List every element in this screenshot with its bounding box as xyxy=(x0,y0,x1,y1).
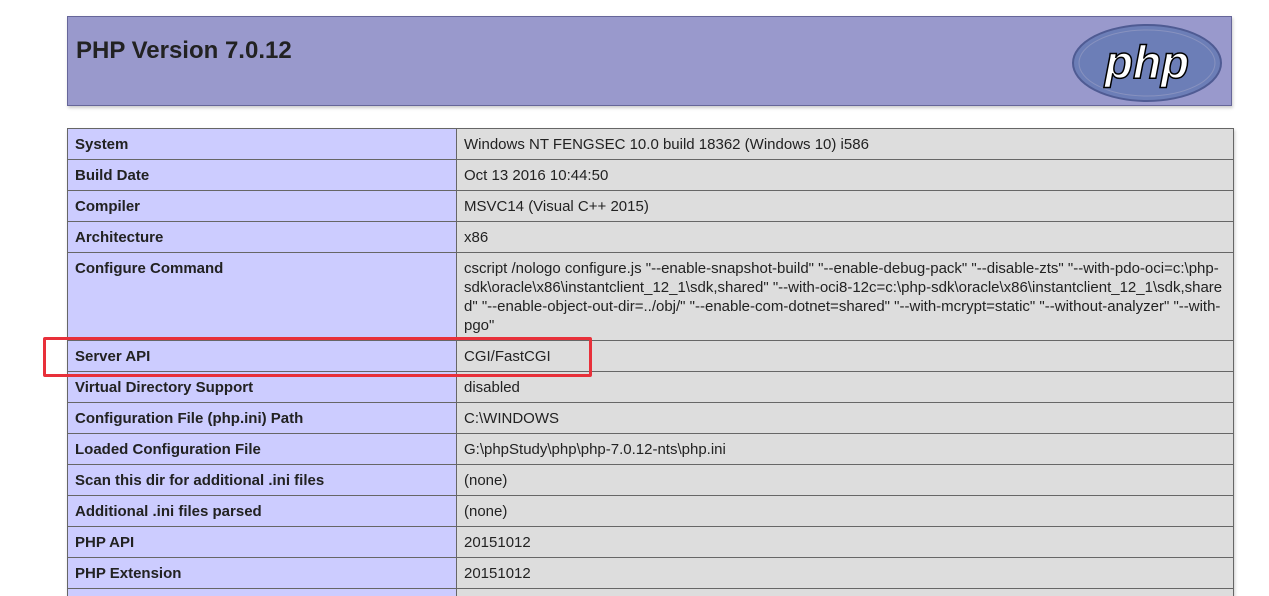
table-row: PHP Extension 20151012 xyxy=(67,557,1234,589)
row-label: PHP API xyxy=(67,526,457,558)
phpinfo-page: PHP Version 7.0.12 php System Windows NT … xyxy=(0,0,1269,596)
table-row: Zend Extension320151012 xyxy=(67,588,1234,596)
row-label: Server API xyxy=(67,340,457,372)
row-value: G:\phpStudy\php\php-7.0.12-nts\php.ini xyxy=(456,433,1234,465)
row-label: Configuration File (php.ini) Path xyxy=(67,402,457,434)
row-label: Virtual Directory Support xyxy=(67,371,457,403)
version-header: PHP Version 7.0.12 php xyxy=(67,16,1232,106)
row-value: CGI/FastCGI xyxy=(456,340,1234,372)
table-row: Scan this dir for additional .ini files(… xyxy=(67,464,1234,496)
row-value: MSVC14 (Visual C++ 2015) xyxy=(456,190,1234,222)
row-value: disabled xyxy=(456,371,1234,403)
row-label: Scan this dir for additional .ini files xyxy=(67,464,457,496)
row-value: 20151012 xyxy=(456,526,1234,558)
row-value: Windows NT FENGSEC 10.0 build 18362 (Win… xyxy=(456,128,1234,160)
table-row: Loaded Configuration File G:\phpStudy\php… xyxy=(67,433,1234,465)
table-row: Additional .ini files parsed (none) xyxy=(67,495,1234,527)
row-label: Build Date xyxy=(67,159,457,191)
row-value: (none) xyxy=(456,464,1234,496)
table-row: Virtual Directory Support disabled xyxy=(67,371,1234,403)
php-logo-text: php xyxy=(1103,36,1189,88)
row-value: (none) xyxy=(456,495,1234,527)
table-row: PHP API 20151012 xyxy=(67,526,1234,558)
row-value: cscript /nologo configure.js "--enable-s… xyxy=(456,252,1234,341)
table-row: Server API CGI/FastCGI xyxy=(67,340,1234,372)
info-table: System Windows NT FENGSEC 10.0 build 1836… xyxy=(67,128,1234,596)
row-value: 320151012 xyxy=(456,588,1234,596)
table-row: Build Date Oct 13 2016 10:44:50 xyxy=(67,159,1234,191)
row-value: Oct 13 2016 10:44:50 xyxy=(456,159,1234,191)
row-label: Loaded Configuration File xyxy=(67,433,457,465)
row-value: C:\WINDOWS xyxy=(456,402,1234,434)
table-row: System Windows NT FENGSEC 10.0 build 1836… xyxy=(67,128,1234,160)
table-row: Compiler MSVC14 (Visual C++ 2015) xyxy=(67,190,1234,222)
row-value: 20151012 xyxy=(456,557,1234,589)
row-label: System xyxy=(67,128,457,160)
row-label: Additional .ini files parsed xyxy=(67,495,457,527)
row-label: Architecture xyxy=(67,221,457,253)
row-label: Configure Command xyxy=(67,252,457,341)
table-row: Architecture x86 xyxy=(67,221,1234,253)
page-title: PHP Version 7.0.12 xyxy=(76,37,292,64)
php-logo: php xyxy=(1072,24,1222,102)
row-label: PHP Extension xyxy=(67,557,457,589)
row-value: x86 xyxy=(456,221,1234,253)
row-label: Compiler xyxy=(67,190,457,222)
table-row: Configure Command cscript /nologo configu… xyxy=(67,252,1234,341)
row-label: Zend Extension xyxy=(67,588,457,596)
table-row: Configuration File (php.ini) Path C:\WIND… xyxy=(67,402,1234,434)
